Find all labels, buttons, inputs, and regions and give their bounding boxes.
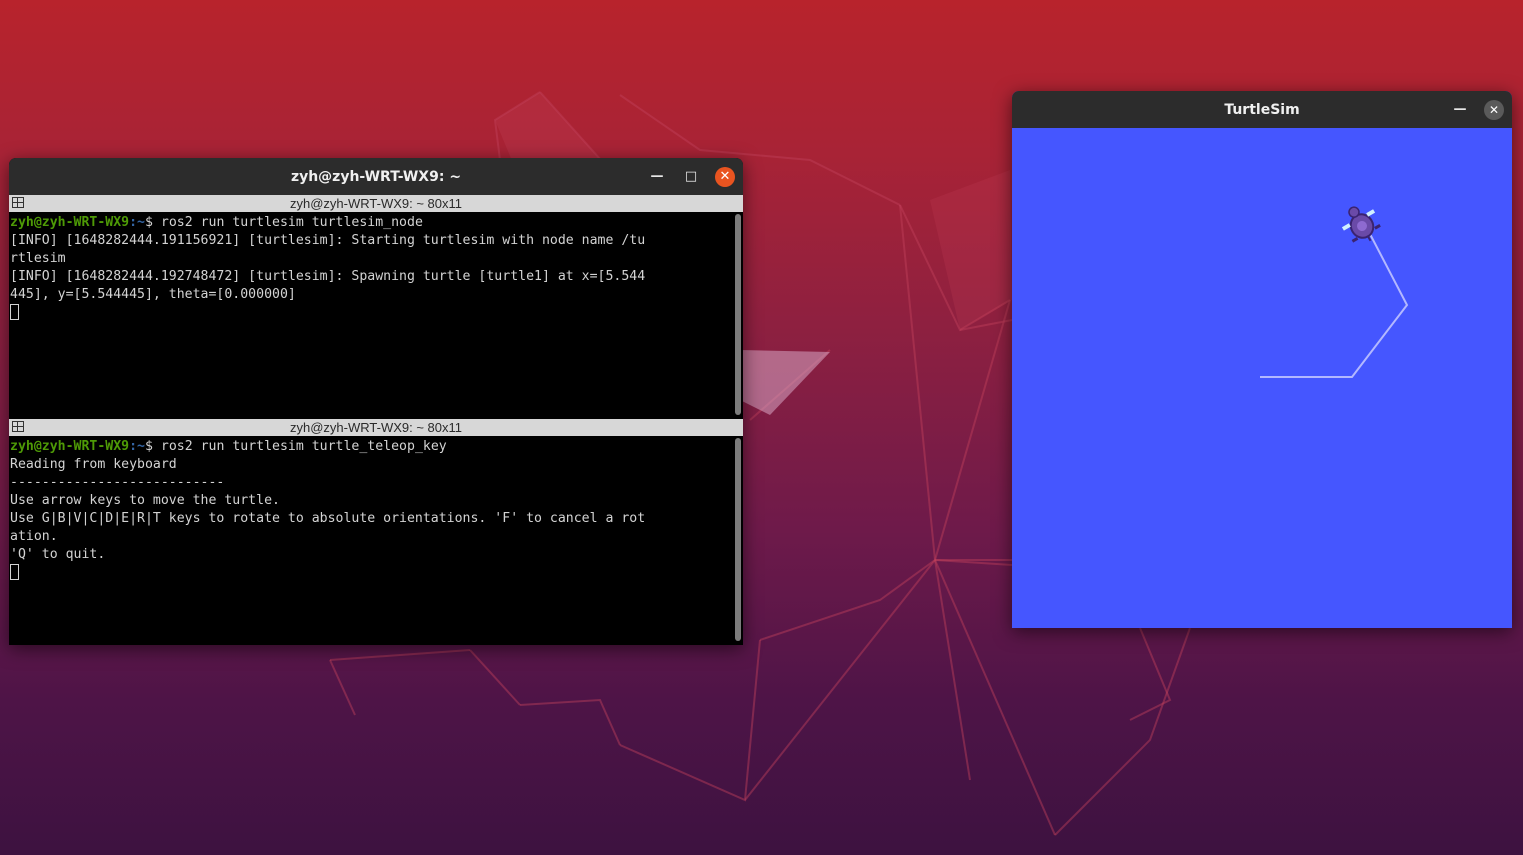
prompt-path: :~ <box>129 439 145 454</box>
cursor-line <box>10 564 731 582</box>
close-icon[interactable]: ✕ <box>715 166 735 187</box>
terminal-title: zyh@zyh-WRT-WX9: ~ <box>290 168 462 185</box>
pane-header-bottom[interactable]: zyh@zyh-WRT-WX9: ~ 80x11 <box>9 419 743 436</box>
output-line: 445], y=[5.544445], theta=[0.000000] <box>10 287 296 302</box>
terminal-titlebar[interactable]: zyh@zyh-WRT-WX9: ~ — □ ✕ <box>9 158 743 195</box>
output-line: rtlesim <box>10 251 66 266</box>
minimize-icon[interactable]: — <box>647 167 667 187</box>
output-line: Reading from keyboard <box>10 457 177 472</box>
split-pane-icon[interactable] <box>12 421 24 432</box>
output-line: [INFO] [1648282444.191156921] [turtlesim… <box>10 233 646 248</box>
output-line: Use arrow keys to move the turtle. <box>10 493 280 508</box>
output-line: [INFO] [1648282444.192748472] [turtlesim… <box>10 269 646 284</box>
prompt-user: zyh@zyh-WRT-WX9 <box>10 215 130 230</box>
terminal-window[interactable]: zyh@zyh-WRT-WX9: ~ — □ ✕ zyh@zyh-WRT-WX9… <box>9 158 743 645</box>
terminal-pane-top[interactable]: zyh@zyh-WRT-WX9:~$ ros2 run turtlesim tu… <box>9 212 743 419</box>
text-cursor <box>10 304 19 320</box>
close-icon[interactable]: ✕ <box>1484 99 1504 120</box>
command-line: zyh@zyh-WRT-WX9:~$ ros2 run turtlesim tu… <box>10 438 731 456</box>
text-cursor <box>10 564 19 580</box>
pane-title: zyh@zyh-WRT-WX9: ~ 80x11 <box>289 420 462 435</box>
turtlesim-titlebar[interactable]: TurtleSim — ✕ <box>1012 91 1512 128</box>
turtlesim-window[interactable]: TurtleSim — ✕ <box>1012 91 1512 628</box>
turtlesim-canvas <box>1012 128 1512 628</box>
turtlesim-title: TurtleSim <box>1224 101 1300 118</box>
prompt-symbol: $ <box>144 215 161 230</box>
split-pane-icon[interactable] <box>12 197 24 208</box>
command-text: ros2 run turtlesim turtlesim_node <box>160 215 423 230</box>
prompt-user: zyh@zyh-WRT-WX9 <box>10 439 130 454</box>
command-line: zyh@zyh-WRT-WX9:~$ ros2 run turtlesim tu… <box>10 214 731 232</box>
prompt-path: :~ <box>129 215 145 230</box>
output-line: 'Q' to quit. <box>10 547 106 562</box>
terminal-pane-bottom[interactable]: zyh@zyh-WRT-WX9:~$ ros2 run turtlesim tu… <box>9 436 743 645</box>
minimize-icon[interactable]: — <box>1450 100 1470 120</box>
cursor-line <box>10 304 731 322</box>
pane-title: zyh@zyh-WRT-WX9: ~ 80x11 <box>289 196 462 211</box>
scrollbar[interactable] <box>735 214 741 415</box>
maximize-icon[interactable]: □ <box>681 167 701 187</box>
output-line: Use G|B|V|C|D|E|R|T keys to rotate to ab… <box>10 511 646 526</box>
scrollbar[interactable] <box>735 438 741 641</box>
pane-header-top[interactable]: zyh@zyh-WRT-WX9: ~ 80x11 <box>9 195 743 212</box>
command-text: ros2 run turtlesim turtle_teleop_key <box>160 439 447 454</box>
prompt-symbol: $ <box>144 439 161 454</box>
output-line: --------------------------- <box>10 475 225 490</box>
output-line: ation. <box>10 529 58 544</box>
